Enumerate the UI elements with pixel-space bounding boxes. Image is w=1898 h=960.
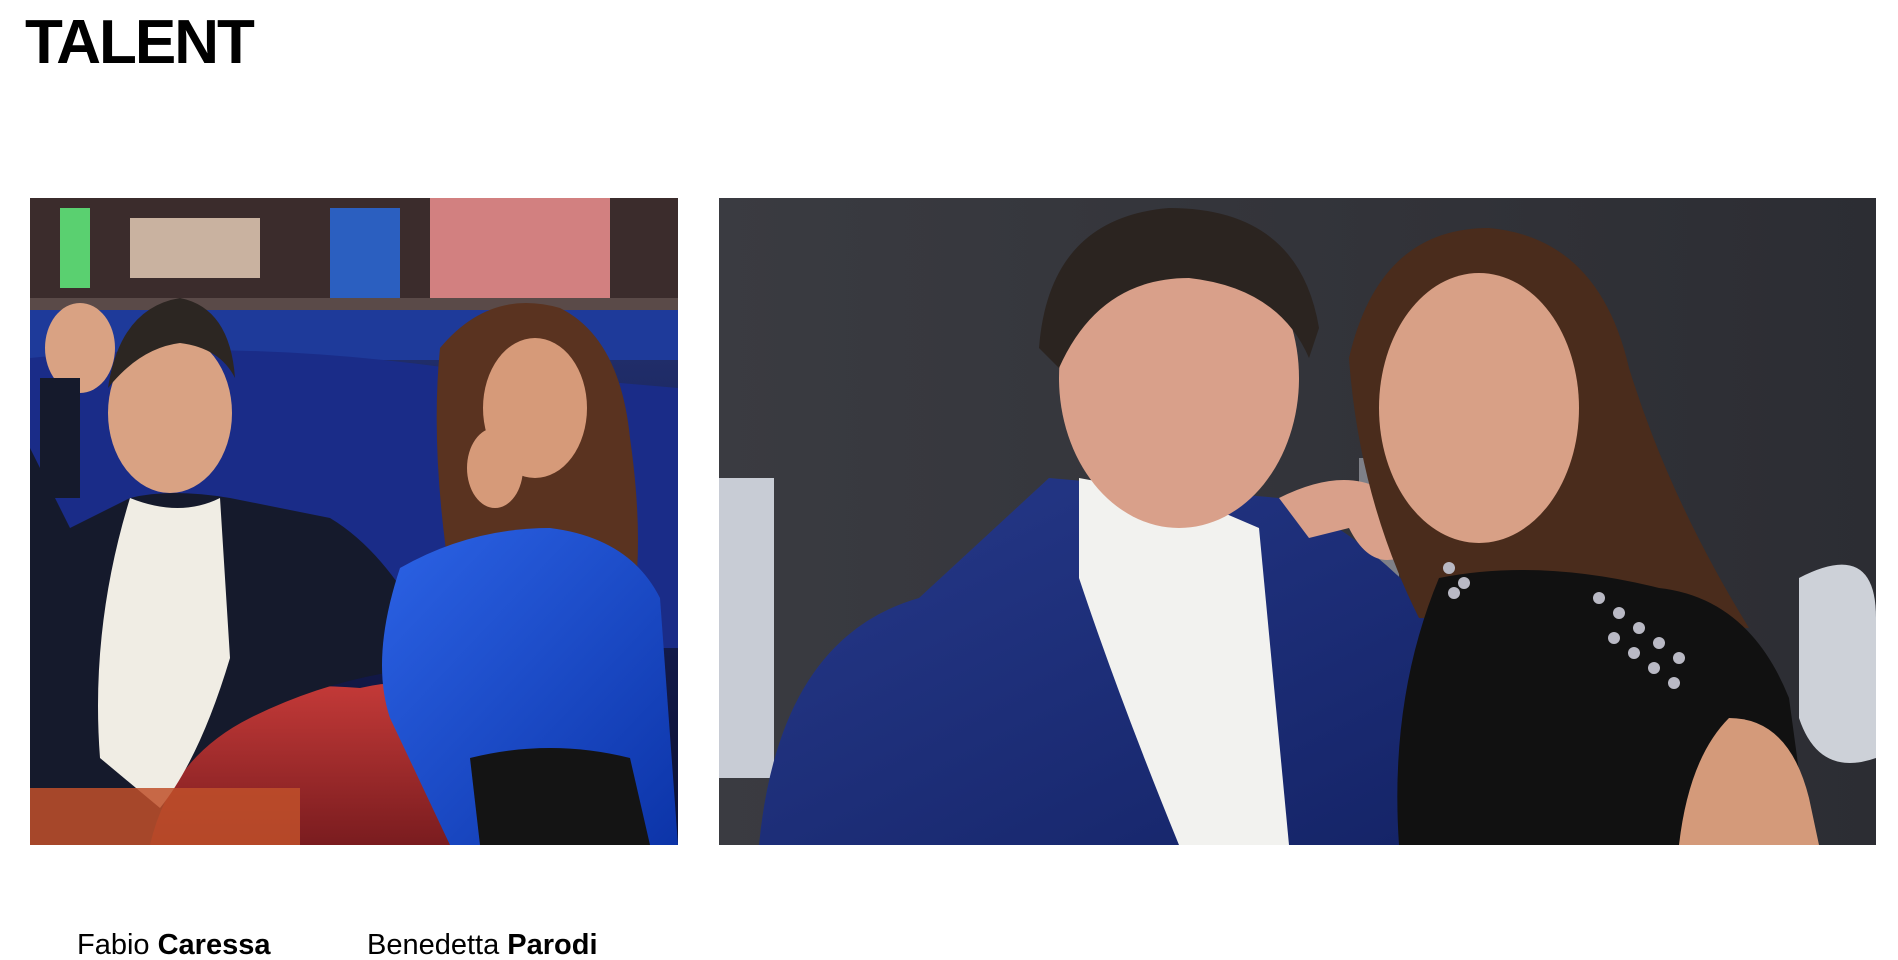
first-name: Benedetta: [367, 929, 500, 960]
talent-page: TALENT Fabio Caressa Benedetta Parodi: [0, 0, 1898, 960]
page-title: TALENT: [25, 8, 255, 77]
event-photo-image: [719, 198, 1876, 845]
last-name: Parodi: [507, 929, 598, 960]
talent-photo-event[interactable]: [719, 198, 1876, 845]
talent-name-item[interactable]: Benedetta Parodi: [367, 931, 598, 960]
last-name: Caressa: [157, 929, 271, 960]
talent-photo-studio[interactable]: [30, 198, 678, 845]
talent-name-item[interactable]: Fabio Caressa: [77, 931, 270, 960]
studio-photo-image: [30, 198, 678, 845]
first-name: Fabio: [77, 929, 150, 960]
